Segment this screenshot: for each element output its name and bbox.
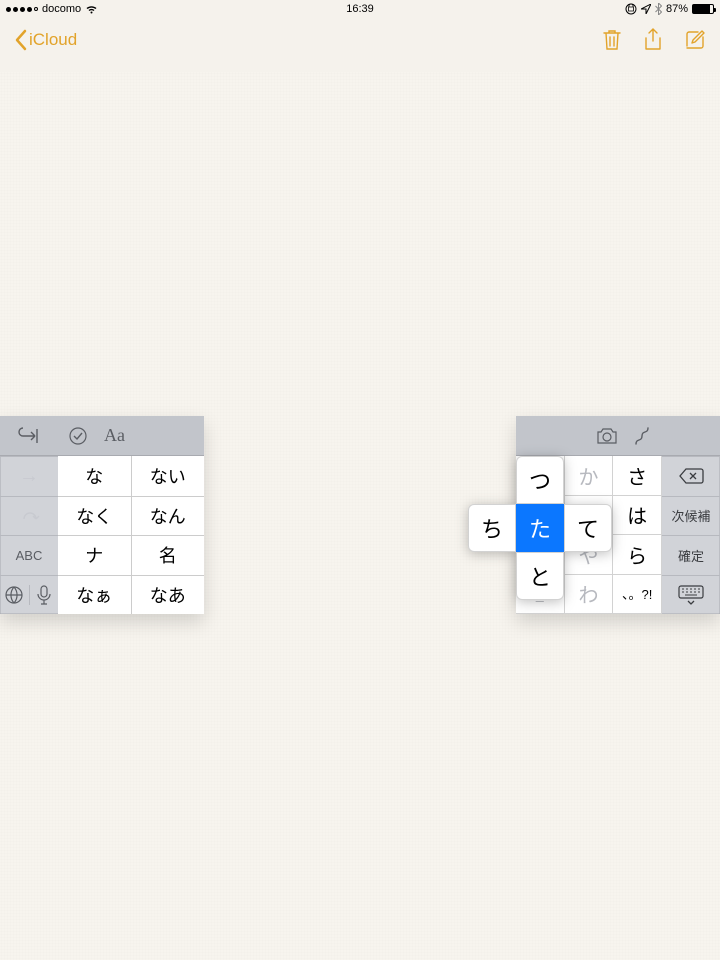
battery-percent-label: 87%	[666, 3, 688, 15]
trash-button[interactable]	[602, 28, 622, 52]
globe-icon	[4, 585, 24, 605]
accept-candidate-icon[interactable]	[68, 426, 88, 446]
bluetooth-icon	[655, 3, 662, 15]
signal-strength-icon	[6, 7, 38, 12]
undo-icon	[17, 427, 41, 445]
backspace-key[interactable]	[662, 456, 720, 496]
compose-button[interactable]	[684, 29, 706, 51]
wifi-icon	[85, 4, 98, 14]
share-button[interactable]	[644, 28, 662, 52]
candidate[interactable]: なく	[58, 496, 131, 536]
arrow-right-label: →	[19, 465, 39, 488]
kana-key-grid: あ か さ た な は ま や ら ^_^ わ 、。?!	[516, 456, 662, 614]
keyboard-dismiss-icon	[678, 585, 704, 605]
status-bar: docomo 16:39 87%	[0, 0, 720, 18]
kana-key[interactable]: な	[565, 496, 614, 536]
carrier-label: docomo	[42, 3, 81, 15]
kana-key[interactable]: ^_^	[516, 575, 565, 615]
abc-label: ABC	[16, 548, 43, 563]
next-candidate-key[interactable]: 次候補	[662, 496, 720, 536]
mic-icon	[37, 585, 51, 605]
backspace-icon	[678, 467, 704, 485]
kana-key[interactable]: さ	[613, 456, 662, 496]
text-format-button[interactable]: Aa	[104, 425, 125, 446]
chevron-left-icon	[14, 29, 27, 51]
kana-key[interactable]: わ	[565, 575, 614, 615]
keyboard-right-panel: あ か さ た な は ま や ら ^_^ わ 、。?! 次候補 確定	[516, 416, 720, 614]
candidate[interactable]: ナ	[58, 535, 131, 575]
keyboard-left-panel: → ABC Aa なない なくなん ナ名 なぁなあ	[0, 416, 204, 614]
toolbar-spacer	[662, 416, 720, 456]
nav-bar: iCloud	[0, 18, 720, 62]
squiggle-icon	[634, 426, 652, 446]
back-button[interactable]: iCloud	[14, 29, 77, 51]
candidate[interactable]: なん	[131, 496, 205, 536]
battery-icon	[692, 4, 714, 14]
candidate[interactable]: なあ	[131, 575, 205, 615]
clock-label: 16:39	[346, 3, 374, 15]
arrow-right-key[interactable]: →	[0, 456, 58, 496]
kana-key[interactable]: ま	[516, 535, 565, 575]
kana-key[interactable]: か	[565, 456, 614, 496]
mic-key[interactable]	[29, 585, 59, 605]
location-icon	[641, 4, 651, 14]
dismiss-keyboard-key[interactable]	[662, 575, 720, 615]
undo-key[interactable]	[0, 416, 58, 456]
kana-key[interactable]: た	[516, 496, 565, 536]
candidate[interactable]: なぁ	[58, 575, 131, 615]
candidate[interactable]: な	[58, 456, 131, 496]
kana-key[interactable]: あ	[516, 456, 565, 496]
kana-key[interactable]: は	[613, 496, 662, 536]
next-candidate-label: 次候補	[671, 506, 710, 525]
kana-key[interactable]: ら	[613, 535, 662, 575]
candidate-toolbar: Aa	[58, 416, 204, 456]
redo-icon	[18, 509, 40, 523]
globe-key[interactable]	[0, 585, 29, 605]
kana-key[interactable]: 、。?!	[613, 575, 662, 615]
kana-key[interactable]: や	[565, 535, 614, 575]
back-label: iCloud	[29, 30, 77, 50]
camera-button[interactable]	[596, 427, 618, 445]
draw-button[interactable]	[634, 426, 652, 446]
redo-key[interactable]	[0, 496, 58, 536]
confirm-label: 確定	[678, 546, 704, 565]
right-toolbar	[516, 416, 662, 456]
candidate[interactable]: ない	[131, 456, 205, 496]
confirm-key[interactable]: 確定	[662, 535, 720, 575]
orientation-lock-icon	[625, 3, 637, 15]
abc-key[interactable]: ABC	[0, 535, 58, 575]
candidate[interactable]: 名	[131, 535, 205, 575]
camera-icon	[596, 427, 618, 445]
